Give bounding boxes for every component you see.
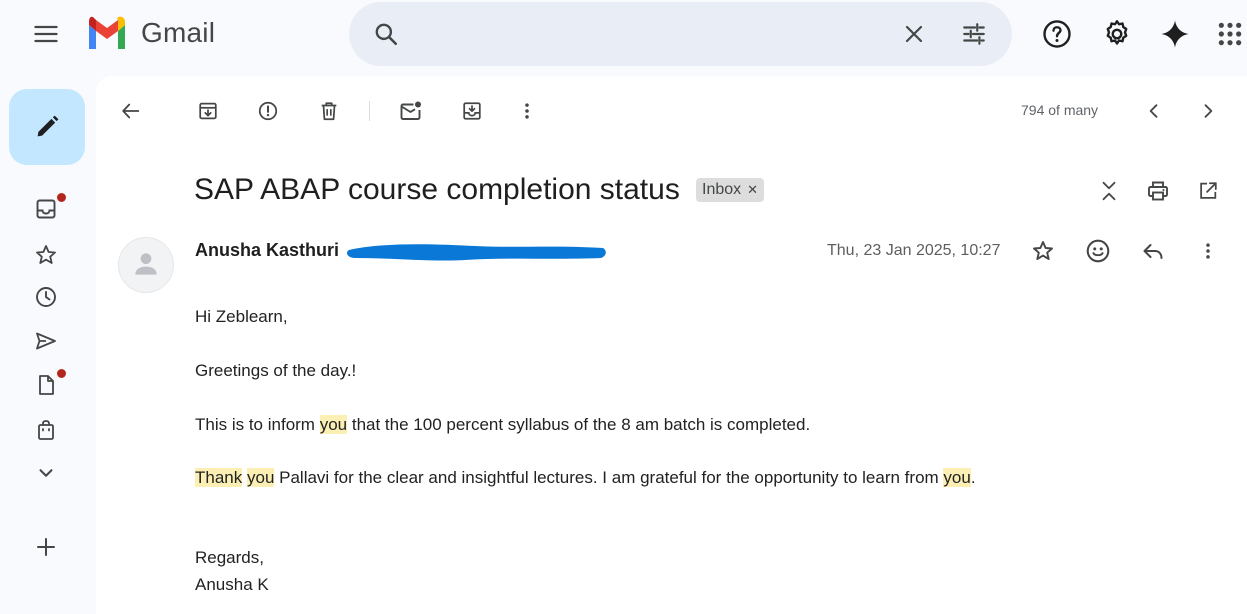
newer-email-button[interactable]: [1134, 91, 1174, 131]
redacted-email-address: [347, 244, 606, 261]
open-in-new-icon: [1200, 182, 1217, 199]
pencil-icon: [37, 115, 59, 137]
unfold-icon: [1102, 181, 1116, 201]
text-segment: Pallavi for the clear and insightful lec…: [274, 468, 944, 487]
add-reaction-button[interactable]: [1078, 231, 1118, 271]
body-line-greetings: Greetings of the day.!: [195, 361, 357, 380]
move-to-button[interactable]: [452, 91, 492, 131]
remove-label-icon[interactable]: ✕: [747, 182, 758, 198]
body-greeting: Hi Zeblearn,: [195, 307, 288, 326]
plus-icon: [37, 538, 55, 556]
email-subject: SAP ABAP course completion status: [194, 173, 680, 206]
back-to-inbox-button[interactable]: [111, 91, 151, 131]
sidebar-item-snoozed[interactable]: [26, 277, 66, 317]
shopping-bag-icon: [38, 420, 54, 440]
sidebar-item-inbox[interactable]: [26, 189, 67, 229]
email-view-panel: [96, 76, 1247, 614]
search-icon: [375, 23, 398, 46]
gmail-wordmark: Gmail: [141, 16, 216, 48]
support-button[interactable]: [1037, 14, 1077, 54]
hamburger-menu-icon: [34, 25, 58, 43]
sidebar-item-sent[interactable]: [26, 321, 66, 361]
clear-search-button[interactable]: [894, 14, 934, 54]
arrow-back-icon: [122, 103, 140, 119]
open-new-window-button[interactable]: [1188, 171, 1228, 211]
label-chip-text: Inbox: [702, 181, 742, 198]
compose-button[interactable]: [9, 89, 85, 165]
mark-unread-button[interactable]: [391, 91, 431, 131]
text-segment: .: [970, 468, 976, 487]
text-segment: This is to inform: [195, 415, 320, 434]
gemini-button[interactable]: [1155, 14, 1195, 54]
close-icon: [905, 25, 923, 43]
expand-all-button[interactable]: [1089, 171, 1129, 211]
main-menu-button[interactable]: [26, 14, 66, 54]
message-more-button[interactable]: [1188, 231, 1228, 271]
more-vert-icon: [1206, 243, 1210, 259]
inbox-icon: [36, 199, 56, 219]
tune-icon: [963, 23, 985, 45]
more-vert-icon: [525, 103, 529, 119]
email-date: Thu, 23 Jan 2025, 10:27: [827, 242, 1001, 259]
google-apps-button[interactable]: [1210, 14, 1247, 54]
print-icon: [1148, 181, 1168, 201]
draft-file-icon: [39, 375, 54, 395]
settings-button[interactable]: [1097, 14, 1137, 54]
report-spam-button[interactable]: [248, 91, 288, 131]
star-icon: [36, 245, 56, 264]
sender-avatar[interactable]: [118, 237, 174, 293]
reply-button[interactable]: [1133, 231, 1173, 271]
emoji-icon: [1086, 239, 1110, 263]
inbox-label-chip[interactable]: Inbox ✕: [696, 178, 765, 202]
create-label-button[interactable]: [26, 527, 66, 567]
search-bar[interactable]: [349, 2, 1012, 66]
archive-button[interactable]: [188, 91, 228, 131]
search-button[interactable]: [366, 14, 406, 54]
drafts-badge: [56, 368, 67, 379]
sidebar-item-starred[interactable]: [26, 235, 66, 275]
chevron-down-icon: [39, 469, 53, 477]
sidebar-item-drafts[interactable]: [26, 365, 67, 405]
reply-icon: [1143, 244, 1163, 259]
gmail-m-icon: [89, 16, 125, 49]
chevron-right-icon: [1204, 104, 1213, 118]
search-options-button[interactable]: [954, 14, 994, 54]
pagination-count: 794 of many: [1021, 102, 1099, 118]
older-email-button[interactable]: [1188, 91, 1228, 131]
mark-unread-icon: [400, 101, 421, 120]
search-highlight: you: [246, 468, 275, 487]
apps-grid-icon: [1218, 22, 1242, 46]
print-all-button[interactable]: [1138, 171, 1178, 211]
delete-button[interactable]: [309, 91, 349, 131]
toolbar-divider: [369, 101, 370, 121]
search-highlight: Thank: [195, 468, 243, 487]
trash-icon: [321, 102, 337, 121]
more-actions-button[interactable]: [507, 91, 547, 131]
sender-name: Anusha Kasthuri: [195, 240, 340, 260]
report-icon: [258, 101, 278, 121]
sidebar-item-purchases[interactable]: [26, 410, 66, 450]
body-signature: Anusha K: [195, 575, 269, 594]
body-closing: Regards,: [195, 548, 264, 567]
sidebar-more-button[interactable]: [26, 453, 66, 493]
search-highlight: you: [943, 468, 971, 487]
gear-icon: [1106, 20, 1128, 45]
person-icon: [135, 253, 157, 275]
chevron-left-icon: [1149, 104, 1158, 118]
star-icon: [1033, 241, 1053, 260]
search-input[interactable]: [413, 16, 897, 54]
unread-badge: [56, 192, 67, 203]
text-segment: that the 100 percent syllabus of the 8 a…: [347, 415, 811, 434]
search-highlight: you: [319, 415, 348, 434]
clock-icon: [36, 287, 56, 307]
gmail-logo[interactable]: Gmail: [86, 16, 215, 49]
star-email-button[interactable]: [1023, 231, 1063, 271]
move-to-inbox-icon: [463, 102, 481, 120]
help-icon: [1043, 20, 1071, 48]
archive-icon: [199, 102, 217, 120]
body-line-inform: This is to inform you that the 100 perce…: [195, 415, 810, 435]
sparkle-icon: [1161, 20, 1189, 48]
send-icon: [36, 332, 56, 350]
body-line-thanks: Thank you Pallavi for the clear and insi…: [195, 468, 976, 488]
